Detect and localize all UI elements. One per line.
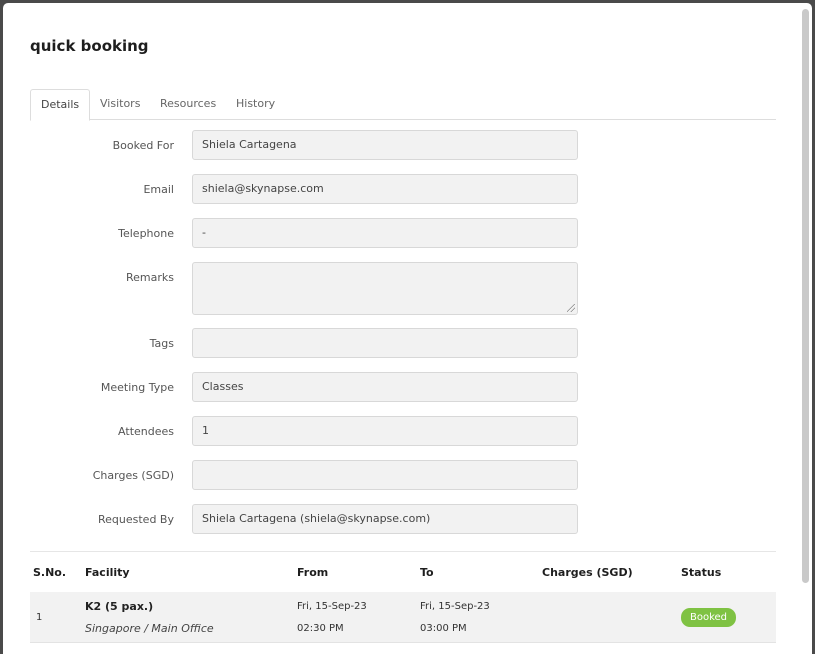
col-to: To: [420, 566, 434, 579]
meeting-type-field[interactable]: Classes: [192, 372, 578, 402]
quick-booking-dialog: quick booking Details Visitors Resources…: [3, 3, 812, 654]
col-from: From: [297, 566, 329, 579]
requested-by-label: Requested By: [98, 513, 174, 526]
row-facility: K2 (5 pax.): [85, 600, 154, 613]
requested-by-field[interactable]: Shiela Cartagena (shiela@skynapse.com): [192, 504, 578, 534]
row-sno: 1: [36, 612, 43, 623]
row-from-date: Fri, 15-Sep-23: [297, 601, 367, 612]
meeting-type-label: Meeting Type: [100, 381, 174, 394]
tab-visitors[interactable]: Visitors: [90, 89, 150, 120]
col-status: Status: [681, 566, 722, 579]
table-header: S.No. Facility From To Charges (SGD) Sta…: [30, 552, 776, 592]
booking-table: S.No. Facility From To Charges (SGD) Sta…: [30, 551, 776, 643]
status-badge: Booked: [681, 608, 737, 627]
remarks-label: Remarks: [126, 271, 174, 284]
dialog-title: quick booking: [30, 37, 149, 55]
row-to-date: Fri, 15-Sep-23: [420, 601, 490, 612]
attendees-label: Attendees: [118, 425, 174, 438]
charges-field[interactable]: [192, 460, 578, 490]
col-charges: Charges (SGD): [542, 566, 633, 579]
booked-for-label: Booked For: [112, 139, 174, 152]
telephone-field[interactable]: -: [192, 218, 578, 248]
col-sno: S.No.: [33, 566, 67, 579]
row-from-time: 02:30 PM: [297, 623, 344, 634]
tab-bar: Details Visitors Resources History: [30, 89, 776, 121]
email-field[interactable]: shiela@skynapse.com: [192, 174, 578, 204]
booked-for-field[interactable]: Shiela Cartagena: [192, 130, 578, 160]
attendees-field[interactable]: 1: [192, 416, 578, 446]
resize-handle-icon[interactable]: [567, 304, 575, 312]
tab-resources[interactable]: Resources: [150, 89, 226, 120]
col-facility: Facility: [85, 566, 130, 579]
tab-details[interactable]: Details: [30, 89, 91, 121]
vertical-scrollbar[interactable]: [802, 9, 809, 583]
remarks-textarea[interactable]: [192, 262, 578, 315]
email-label: Email: [143, 183, 174, 196]
row-to-time: 03:00 PM: [420, 623, 467, 634]
tab-history[interactable]: History: [226, 89, 285, 120]
table-row[interactable]: 1 K2 (5 pax.) Singapore / Main Office Fr…: [30, 592, 776, 643]
telephone-label: Telephone: [118, 227, 174, 240]
tags-label: Tags: [149, 337, 174, 350]
charges-label: Charges (SGD): [92, 469, 174, 482]
tags-field[interactable]: [192, 328, 578, 358]
row-location: Singapore / Main Office: [85, 622, 214, 635]
